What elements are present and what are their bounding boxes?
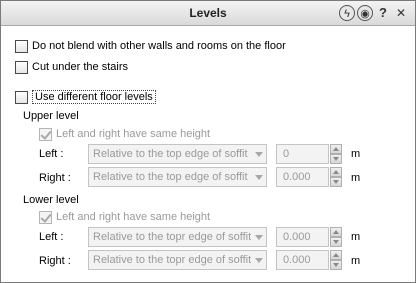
no-blend-label: Do not blend with other walls and rooms … <box>32 40 286 52</box>
upper-right-value-input[interactable]: 0.000 <box>276 167 329 187</box>
upper-right-mode-value: Relative to the top edge of soffit <box>93 171 248 183</box>
spin-down-icon[interactable] <box>330 154 342 164</box>
lower-left-mode-select[interactable]: Relative to the topr edge of soffit b <box>88 227 267 247</box>
different-levels-checkbox[interactable] <box>15 90 28 104</box>
upper-right-label: Right : <box>39 172 71 184</box>
chevron-down-icon <box>255 152 263 157</box>
settings-icon[interactable]: ◉ <box>357 5 373 21</box>
spin-down-icon[interactable] <box>330 260 342 270</box>
lower-left-stepper[interactable] <box>330 227 342 247</box>
lower-right-label: Right : <box>39 255 71 267</box>
lower-right-mode-select[interactable]: Relative to the topr edge of soffit b <box>88 250 267 270</box>
different-levels-label: Use different floor levels <box>32 90 156 104</box>
chevron-down-icon <box>255 235 263 240</box>
cut-stairs-checkbox[interactable] <box>15 60 28 74</box>
levels-dialog: Levels ϟ ◉ ? ✕ Do not blend with other w… <box>0 0 416 283</box>
no-blend-option[interactable]: Do not blend with other walls and rooms … <box>15 37 286 55</box>
lower-same-height-checkbox <box>39 210 52 224</box>
no-blend-checkbox[interactable] <box>15 39 28 53</box>
lower-right-unit: m <box>351 255 361 267</box>
lower-same-height-label: Left and right have same height <box>56 211 211 223</box>
upper-left-unit: m <box>351 148 361 160</box>
lower-right-stepper[interactable] <box>330 250 342 270</box>
upper-right-stepper[interactable] <box>330 167 342 187</box>
upper-left-mode-value: Relative to the top edge of soffit <box>93 148 248 160</box>
upper-left-mode-select[interactable]: Relative to the top edge of soffit <box>88 144 267 164</box>
help-icon[interactable]: ? <box>375 5 391 21</box>
lower-right-value-input[interactable]: 0.000 <box>276 250 329 270</box>
cut-stairs-option[interactable]: Cut under the stairs <box>15 58 128 76</box>
spin-down-icon[interactable] <box>330 237 342 247</box>
upper-same-height-option: Left and right have same height <box>39 125 210 143</box>
lower-left-unit: m <box>351 231 361 243</box>
lower-same-height-option: Left and right have same height <box>39 208 210 226</box>
close-icon[interactable]: ✕ <box>393 5 409 21</box>
upper-same-height-checkbox <box>39 127 52 141</box>
upper-right-mode-select[interactable]: Relative to the top edge of soffit <box>88 167 267 187</box>
lower-level-heading: Lower level <box>23 194 79 206</box>
upper-left-stepper[interactable] <box>330 144 342 164</box>
upper-right-unit: m <box>351 172 361 184</box>
spin-up-icon[interactable] <box>330 250 342 260</box>
spin-up-icon[interactable] <box>330 144 342 154</box>
spin-up-icon[interactable] <box>330 227 342 237</box>
chevron-down-icon <box>255 258 263 263</box>
upper-level-heading: Upper level <box>23 110 79 122</box>
lower-left-value-input[interactable]: 0.000 <box>276 227 329 247</box>
upper-left-label: Left : <box>39 148 64 160</box>
title-bar[interactable]: Levels ϟ ◉ ? ✕ <box>1 1 415 26</box>
lower-right-mode-value: Relative to the topr edge of soffit b <box>93 254 251 266</box>
chevron-down-icon <box>255 175 263 180</box>
lower-left-mode-value: Relative to the topr edge of soffit b <box>93 231 251 243</box>
different-levels-option[interactable]: Use different floor levels <box>15 88 156 106</box>
spin-up-icon[interactable] <box>330 167 342 177</box>
lightning-icon[interactable]: ϟ <box>339 5 355 21</box>
lower-left-label: Left : <box>39 231 64 243</box>
spin-down-icon[interactable] <box>330 177 342 187</box>
upper-same-height-label: Left and right have same height <box>56 128 211 140</box>
cut-stairs-label: Cut under the stairs <box>32 61 128 73</box>
upper-left-value-input[interactable]: 0 <box>276 144 329 164</box>
